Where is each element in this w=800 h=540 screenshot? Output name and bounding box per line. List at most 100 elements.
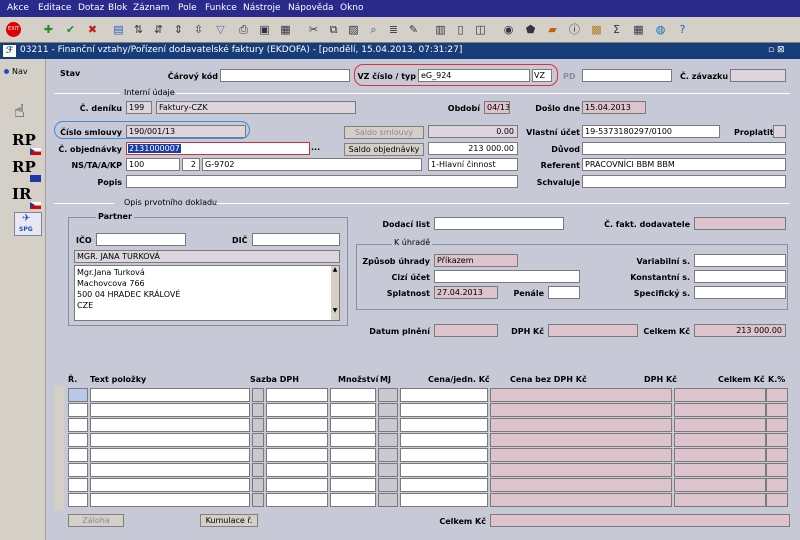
table-cell[interactable] bbox=[90, 403, 250, 417]
window-controls[interactable]: ▫ ⊠ bbox=[768, 45, 785, 55]
table-cell[interactable] bbox=[766, 388, 788, 402]
table-cell[interactable] bbox=[378, 388, 398, 402]
table-cell[interactable] bbox=[378, 493, 398, 507]
schvaluje-field[interactable] bbox=[582, 175, 786, 188]
table-cell[interactable] bbox=[400, 433, 488, 447]
table-cell[interactable] bbox=[674, 448, 766, 462]
menu-editace[interactable]: Editace bbox=[38, 3, 71, 13]
saldo-objednavky-field[interactable]: 213 000.00 bbox=[428, 142, 518, 155]
table-cell[interactable] bbox=[766, 433, 788, 447]
table-cell[interactable] bbox=[68, 418, 88, 432]
calendar-icon[interactable]: ▥ bbox=[432, 21, 449, 38]
copy-icon[interactable]: ⧉ bbox=[325, 21, 342, 38]
spg-button[interactable]: ✈ SPG bbox=[14, 212, 42, 236]
table-cell[interactable] bbox=[674, 463, 766, 477]
address-scrollbar[interactable]: ▲ ▼ bbox=[331, 266, 339, 320]
note-icon[interactable]: ▰ bbox=[544, 21, 561, 38]
table-cell[interactable] bbox=[252, 448, 264, 462]
dodaci-list-field[interactable] bbox=[434, 217, 564, 230]
sort-desc-icon[interactable]: ⇵ bbox=[150, 21, 167, 38]
pd-field[interactable] bbox=[582, 69, 672, 82]
ta-field[interactable]: 2 bbox=[182, 158, 200, 171]
table-cell[interactable] bbox=[252, 388, 264, 402]
table-cell[interactable] bbox=[766, 403, 788, 417]
sort-asc-icon[interactable]: ⇅ bbox=[130, 21, 147, 38]
vlastni-ucet-field[interactable]: 19-5373180297/0100 bbox=[582, 125, 720, 138]
denik-number-field[interactable]: 199 bbox=[126, 101, 152, 114]
print-preview-icon[interactable]: ▣ bbox=[256, 21, 273, 38]
table-cell[interactable] bbox=[252, 433, 264, 447]
menu-zaznam[interactable]: Záznam bbox=[133, 3, 169, 13]
table-cell[interactable] bbox=[330, 493, 376, 507]
table-cell[interactable] bbox=[90, 388, 250, 402]
saldo-smlouvy-field[interactable]: 0.00 bbox=[428, 125, 518, 138]
print-icon[interactable]: ⎙ bbox=[235, 21, 252, 38]
table-cell[interactable] bbox=[378, 448, 398, 462]
specificky-field[interactable] bbox=[694, 286, 786, 299]
table-cell[interactable] bbox=[90, 418, 250, 432]
table-cell[interactable] bbox=[378, 418, 398, 432]
table-cell[interactable] bbox=[674, 418, 766, 432]
datum-plneni-field[interactable] bbox=[434, 324, 498, 337]
table-cell[interactable] bbox=[490, 493, 672, 507]
search-icon[interactable]: ⌕ bbox=[365, 21, 382, 38]
table-cell[interactable] bbox=[400, 493, 488, 507]
hand-pointer-icon[interactable]: ☝ bbox=[14, 101, 42, 125]
kumulace-button[interactable]: Kumulace ř. bbox=[200, 514, 258, 527]
smlouva-field[interactable]: 190/001/13 bbox=[126, 125, 246, 138]
table-cell[interactable] bbox=[252, 478, 264, 492]
fakt-dodavatele-field[interactable] bbox=[694, 217, 786, 230]
table-cell[interactable] bbox=[90, 433, 250, 447]
footer-celkem-field[interactable] bbox=[490, 514, 790, 527]
zpusob-uhrady-field[interactable]: Příkazem bbox=[434, 254, 518, 267]
ico-field[interactable] bbox=[96, 233, 186, 246]
menu-nastroje[interactable]: Nástroje bbox=[243, 3, 281, 13]
referent-field[interactable]: PRACOVNÍCI BBM BBM bbox=[582, 158, 786, 171]
table-cell[interactable] bbox=[90, 478, 250, 492]
table-cell[interactable] bbox=[266, 463, 328, 477]
table-cell[interactable] bbox=[68, 403, 88, 417]
table-cell[interactable] bbox=[378, 403, 398, 417]
table-cell[interactable] bbox=[330, 478, 376, 492]
table-cell[interactable] bbox=[68, 448, 88, 462]
calculator-icon[interactable]: ▩ bbox=[588, 21, 605, 38]
saldo-objednavky-button[interactable]: Saldo objednávky bbox=[344, 143, 424, 156]
info-icon[interactable]: ⓘ bbox=[566, 21, 583, 38]
cizi-ucet-field[interactable] bbox=[434, 270, 580, 283]
exit-icon[interactable]: EXIT bbox=[6, 22, 21, 37]
table-cell[interactable] bbox=[90, 448, 250, 462]
table-cell[interactable] bbox=[674, 433, 766, 447]
table-cell[interactable] bbox=[766, 493, 788, 507]
table-cell[interactable] bbox=[266, 418, 328, 432]
save-new-icon[interactable]: ✔ bbox=[62, 21, 79, 38]
table-cell[interactable] bbox=[330, 463, 376, 477]
table-cell[interactable] bbox=[252, 418, 264, 432]
sort-alt-icon[interactable]: ⇳ bbox=[190, 21, 207, 38]
cut-icon[interactable]: ✂ bbox=[305, 21, 322, 38]
table-cell[interactable] bbox=[378, 463, 398, 477]
table-cell[interactable] bbox=[266, 478, 328, 492]
table-cell[interactable] bbox=[674, 403, 766, 417]
menu-funkce[interactable]: Funkce bbox=[205, 3, 237, 13]
ns-field[interactable]: 100 bbox=[126, 158, 180, 171]
table-cell[interactable] bbox=[330, 418, 376, 432]
menu-dotaz[interactable]: Dotaz bbox=[78, 3, 104, 13]
partner-address-field[interactable]: Mgr.Jana Turková Machovcova 766 500 04 H… bbox=[74, 265, 340, 321]
table-cell[interactable] bbox=[400, 448, 488, 462]
table-cell[interactable] bbox=[490, 388, 672, 402]
splatnost-field[interactable]: 27.04.2013 bbox=[434, 286, 498, 299]
document-icon[interactable]: ▯ bbox=[452, 21, 469, 38]
table-row-scrollbar[interactable] bbox=[54, 386, 64, 510]
table-cell[interactable] bbox=[252, 493, 264, 507]
menu-akce[interactable]: Akce bbox=[7, 3, 29, 13]
kp-field[interactable]: 1-Hlavní činnost bbox=[428, 158, 518, 171]
table-cell[interactable] bbox=[266, 433, 328, 447]
table-cell[interactable] bbox=[330, 403, 376, 417]
world-icon[interactable]: ◍ bbox=[652, 21, 669, 38]
konstantni-field[interactable] bbox=[694, 270, 786, 283]
attachment-icon[interactable]: ◫ bbox=[472, 21, 489, 38]
table-cell[interactable] bbox=[330, 433, 376, 447]
popis-field[interactable] bbox=[126, 175, 518, 188]
help-icon[interactable]: ? bbox=[674, 21, 691, 38]
report-icon[interactable]: ▦ bbox=[277, 21, 294, 38]
